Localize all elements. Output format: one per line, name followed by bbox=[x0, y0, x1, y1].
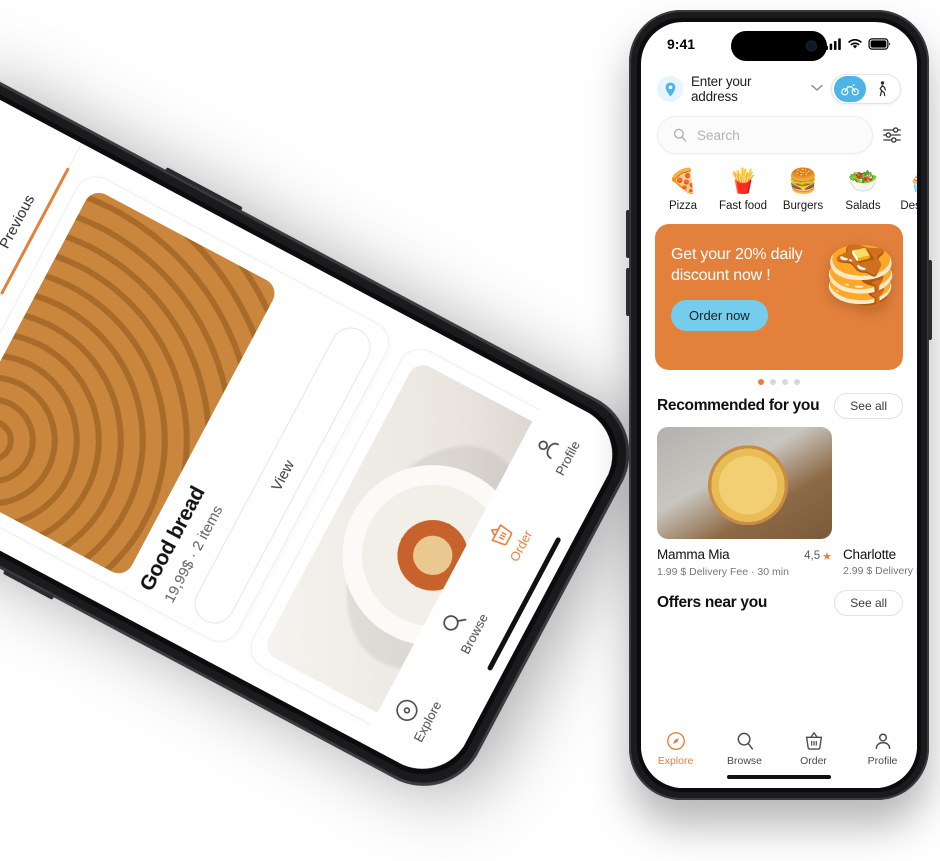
chevron-down-icon[interactable] bbox=[811, 84, 823, 95]
section-title: Offers near you bbox=[657, 593, 768, 611]
address-placeholder: Enter your address bbox=[691, 74, 752, 104]
carousel-dot[interactable] bbox=[758, 379, 764, 385]
meta-separator: · bbox=[750, 565, 755, 578]
restaurant-card[interactable]: Mamma Mia 4,5 ★ 1.99 $ Delivery Fee · 30… bbox=[657, 427, 832, 578]
restaurant-name: Charlotte bbox=[843, 547, 896, 562]
left-phone-screen: 9:41 My orders Current bbox=[0, 74, 630, 786]
search-placeholder: Search bbox=[697, 127, 740, 143]
restaurant-name-row: Charlotte bbox=[843, 547, 917, 562]
category-label: Desserts bbox=[900, 200, 917, 212]
section-header-recommended: Recommended for you See all bbox=[641, 389, 917, 427]
nav-label: Order bbox=[800, 755, 827, 767]
nav-label: Profile bbox=[867, 755, 898, 767]
promo-banner[interactable]: Get your 20% daily discount now ! Order … bbox=[655, 224, 903, 370]
category-item-fast-food[interactable]: 🍟 Fast food bbox=[715, 168, 771, 212]
section-title: Recommended for you bbox=[657, 397, 820, 414]
delivery-eta: 30 min bbox=[757, 565, 789, 578]
category-item-pizza[interactable]: 🍕 Pizza bbox=[655, 168, 711, 212]
rating-value: 4,5 bbox=[804, 550, 821, 562]
promo-title: Get your 20% daily discount now ! bbox=[671, 244, 821, 286]
left-phone-body: 9:41 My orders Current bbox=[0, 52, 652, 808]
compass-icon bbox=[666, 732, 685, 750]
star-icon: ★ bbox=[822, 550, 832, 563]
category-label: Pizza bbox=[668, 200, 698, 212]
see-all-button[interactable]: See all bbox=[834, 589, 903, 616]
search-input[interactable]: Search bbox=[657, 116, 873, 154]
salad-icon: 🥗 bbox=[848, 168, 878, 195]
pancakes-icon: 🥞 bbox=[824, 244, 897, 309]
search-icon bbox=[673, 128, 687, 142]
right-phone-bezel: 9:41 Enter your address Search 🍕 Pizza 🍟… bbox=[637, 18, 921, 792]
address-bar[interactable]: Enter your address bbox=[641, 66, 917, 108]
restaurant-photo-mamma-mia bbox=[657, 427, 832, 539]
category-item-desserts[interactable]: 🧁 Desserts bbox=[895, 168, 917, 212]
rating-badge: 4,5 ★ bbox=[804, 550, 832, 563]
fries-icon: 🍟 bbox=[728, 168, 758, 195]
category-item-salads[interactable]: 🥗 Salads bbox=[835, 168, 891, 212]
carousel-dot[interactable] bbox=[770, 379, 776, 385]
left-phone-mockup: 9:41 My orders Current bbox=[0, 52, 652, 808]
scene-stage: 9:41 My orders Current bbox=[0, 0, 940, 861]
my-orders-screen: My orders Current Previous Good bread 19… bbox=[0, 74, 630, 786]
promo-line-2: discount now ! bbox=[671, 267, 771, 284]
category-label: Fast food bbox=[719, 200, 767, 212]
restaurant-photo-charlotte bbox=[843, 427, 917, 539]
volume-down-button[interactable] bbox=[626, 268, 630, 316]
walking-icon[interactable] bbox=[866, 76, 898, 102]
nav-item-browse[interactable]: Browse bbox=[710, 730, 779, 767]
restaurant-card-list: Mamma Mia 4,5 ★ 1.99 $ Delivery Fee · 30… bbox=[641, 427, 917, 578]
bicycle-icon[interactable] bbox=[834, 76, 866, 102]
order-photo-partial bbox=[585, 532, 630, 786]
see-all-button[interactable]: See all bbox=[834, 393, 903, 419]
volume-up-button[interactable] bbox=[626, 210, 630, 258]
restaurant-card[interactable]: Charlotte 2.99 $ Delivery Fee bbox=[843, 427, 917, 578]
nav-item-order[interactable]: Order bbox=[779, 730, 848, 767]
order-price: 29,99$ bbox=[485, 729, 522, 779]
nav-label: Browse bbox=[726, 755, 762, 767]
explore-screen: Enter your address Search 🍕 Pizza 🍟 Fast… bbox=[641, 22, 917, 788]
person-icon bbox=[875, 733, 890, 750]
home-indicator[interactable] bbox=[727, 775, 831, 779]
nav-label: Explore bbox=[657, 755, 694, 767]
nav-item-explore[interactable]: Explore bbox=[641, 730, 710, 767]
carousel-dot[interactable] bbox=[794, 379, 800, 385]
delivery-mode-toggle[interactable] bbox=[831, 74, 901, 104]
order-now-button[interactable]: Order now bbox=[671, 300, 768, 331]
basket-icon bbox=[805, 732, 822, 750]
burger-icon: 🍔 bbox=[788, 168, 818, 195]
power-button[interactable] bbox=[928, 260, 932, 340]
carousel-dot[interactable] bbox=[782, 379, 788, 385]
right-phone-screen: 9:41 Enter your address Search 🍕 Pizza 🍟… bbox=[641, 22, 917, 788]
delivery-fee: 1.99 $ Delivery Fee bbox=[657, 565, 749, 578]
restaurant-name: Mamma Mia bbox=[657, 547, 730, 562]
category-list: 🍕 Pizza 🍟 Fast food 🍔 Burgers 🥗 Salads D… bbox=[641, 160, 917, 218]
sliders-filter-icon[interactable] bbox=[881, 125, 903, 145]
category-label: Salads bbox=[845, 200, 881, 212]
left-phone-bezel: 9:41 My orders Current bbox=[0, 67, 637, 793]
category-label: Burgers bbox=[782, 200, 824, 212]
category-item-burgers[interactable]: 🍔 Burgers bbox=[775, 168, 831, 212]
search-row: Search bbox=[641, 108, 917, 160]
promo-line-1: Get your 20% daily bbox=[671, 246, 803, 263]
cupcake-icon: 🧁 bbox=[908, 168, 917, 196]
section-header-offers: Offers near you See all bbox=[641, 578, 917, 624]
order-items-count: 2 items bbox=[512, 675, 551, 726]
restaurant-meta: 1.99 $ Delivery Fee · 30 min bbox=[657, 566, 832, 578]
right-phone-mockup: 9:41 Enter your address Search 🍕 Pizza 🍟… bbox=[626, 10, 932, 800]
restaurant-meta: 2.99 $ Delivery Fee bbox=[843, 565, 917, 577]
search-icon bbox=[737, 732, 753, 750]
order-card[interactable] bbox=[566, 513, 630, 786]
location-pin-icon bbox=[657, 76, 683, 102]
pizza-icon: 🍕 bbox=[668, 168, 698, 195]
restaurant-name-row: Mamma Mia 4,5 ★ bbox=[657, 547, 832, 563]
order-separator: · bbox=[508, 721, 526, 734]
delivery-fee: 2.99 $ Delivery Fee bbox=[843, 565, 917, 577]
nav-item-profile[interactable]: Profile bbox=[848, 730, 917, 767]
carousel-dots bbox=[641, 370, 917, 389]
